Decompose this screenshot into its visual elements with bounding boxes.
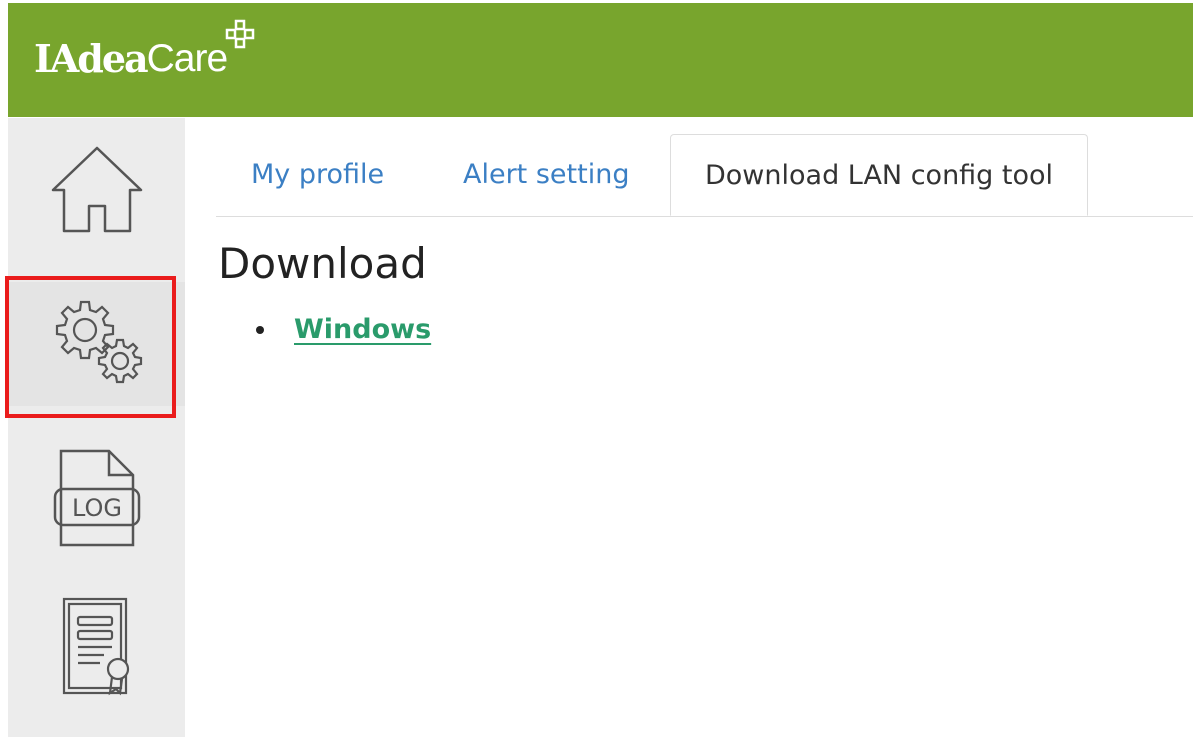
sidebar: LOG bbox=[8, 118, 185, 737]
sidebar-item-home[interactable] bbox=[8, 118, 185, 258]
app-logo[interactable]: IAdea Care bbox=[34, 19, 255, 89]
sidebar-item-logs[interactable]: LOG bbox=[8, 428, 185, 568]
license-certificate-icon bbox=[62, 597, 129, 696]
bullet-icon bbox=[256, 326, 264, 334]
list-item: Windows bbox=[256, 308, 431, 352]
download-list: Windows bbox=[256, 308, 431, 352]
tab-alert-setting[interactable]: Alert setting bbox=[463, 134, 629, 216]
logo-main-text: IAdea bbox=[34, 36, 149, 81]
app-header: IAdea Care bbox=[8, 3, 1193, 117]
sidebar-item-license[interactable] bbox=[8, 578, 185, 718]
tab-my-profile[interactable]: My profile bbox=[251, 134, 384, 216]
tab-bar: My profile Alert setting Download LAN co… bbox=[216, 134, 1193, 217]
svg-text:LOG: LOG bbox=[71, 494, 121, 522]
home-icon bbox=[51, 146, 142, 233]
settings-highlight-box bbox=[5, 276, 176, 418]
logo-sub-text: Care bbox=[146, 37, 229, 80]
page-title: Download bbox=[218, 239, 427, 288]
tab-download-lan-config-tool[interactable]: Download LAN config tool bbox=[670, 134, 1089, 216]
log-file-icon: LOG bbox=[53, 449, 140, 547]
windows-download-link[interactable]: Windows bbox=[294, 308, 431, 352]
logo-mark-icon bbox=[225, 19, 255, 49]
